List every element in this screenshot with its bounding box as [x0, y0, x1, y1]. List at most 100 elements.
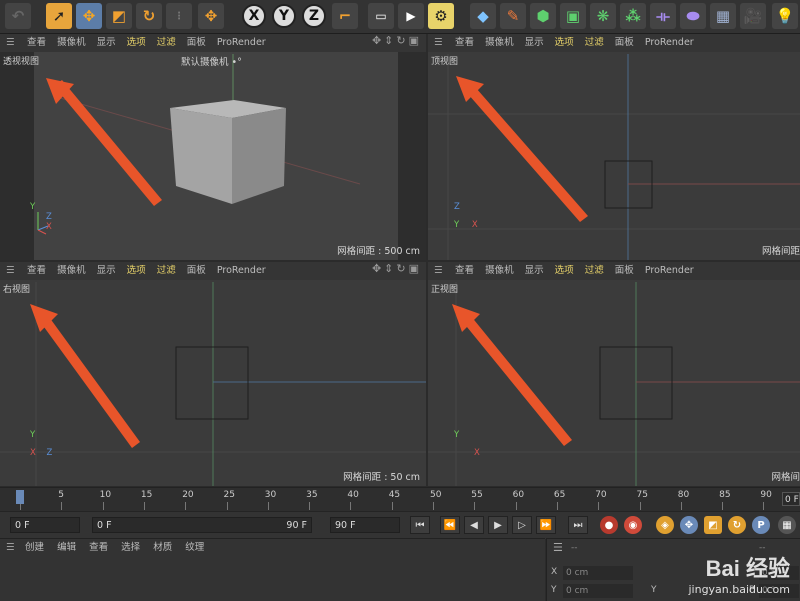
play-icon[interactable]: ▶	[488, 516, 508, 534]
timeline-tick-mark	[391, 502, 393, 510]
x-position-field[interactable]: 0 cm	[563, 566, 633, 580]
pen-icon[interactable]: ✎	[500, 3, 526, 29]
z-lock-icon[interactable]: Z	[302, 4, 326, 28]
next-key-icon[interactable]: ⏩	[536, 516, 556, 534]
main-toolbar: ↶ ➚ ✥ ◩ ↻ ⋮ ✥ X Y Z ⌐ ▭ ▶ ⚙ ◆ ✎ ⬢ ▣ ❋ ⁂ …	[0, 0, 800, 34]
timeline-tick-label: 45	[388, 490, 401, 500]
grid-spacing: 网格间距 : 500 cm	[337, 246, 420, 257]
gizmo-z-label: Z	[454, 202, 460, 212]
y-position-field[interactable]: 0 cm	[563, 584, 633, 598]
x-axis-label: X	[551, 567, 558, 577]
menu-texture[interactable]: 纹理	[185, 542, 204, 553]
keyframe-selection-icon[interactable]: ◈	[656, 516, 674, 534]
annotation-arrow-shaft	[461, 80, 588, 222]
render-settings-icon[interactable]: ⚙	[428, 3, 454, 29]
timeline-tick-mark	[350, 502, 352, 510]
gizmo-x-label: X	[30, 448, 36, 458]
render-region-icon[interactable]: ▭	[368, 3, 394, 29]
max-frame-field[interactable]: 90 F	[330, 517, 400, 533]
timeline-tick-mark	[556, 502, 558, 510]
material-menu: ☰ 创建 编辑 查看 选择 材质 纹理	[0, 539, 214, 557]
range-slider[interactable]: 0 F 90 F	[92, 517, 312, 533]
watermark-brand: Bai 经验	[705, 556, 790, 581]
timeline-tick-mark	[515, 502, 517, 510]
scale-key-icon[interactable]: ◩	[704, 516, 722, 534]
timeline-tick-mark	[763, 502, 765, 510]
timeline-tick-mark	[185, 502, 187, 510]
timeline-tick-label: 15	[140, 490, 153, 500]
baidu-watermark: Bai 经验 jingyan.baidu.com	[688, 551, 790, 596]
viewport-title: 正视图	[431, 285, 459, 295]
playhead[interactable]	[16, 490, 24, 504]
timeline-tick-label: 10	[99, 490, 112, 500]
subdivision-icon[interactable]: ⬢	[530, 3, 556, 29]
gizmo-z-label: Z	[46, 212, 52, 222]
annotation-arrow-shaft	[36, 310, 140, 448]
timeline-tick-mark	[722, 502, 724, 510]
auto-key-icon[interactable]: ◉	[624, 516, 642, 534]
perspective-viewport[interactable]: ☰ 查看 摄像机 显示 选项 过滤 面板 ProRender ✥⇕↻▣ 透视视图…	[0, 34, 426, 260]
floor-icon[interactable]: ▦	[710, 3, 736, 29]
camera-icon[interactable]: 🎥	[740, 3, 766, 29]
undo-icon[interactable]: ↶	[5, 3, 31, 29]
front-viewport[interactable]: ☰ 查看 摄像机 显示 选项 过滤 面板 ProRender 正视图 Y X 网…	[428, 262, 800, 486]
deformer-icon[interactable]: ⟛	[650, 3, 676, 29]
timeline-tick-label: 85	[719, 490, 731, 500]
right-viewport[interactable]: ☰ 查看 摄像机 显示 选项 过滤 面板 ProRender ✥⇕↻▣ 右视图 …	[0, 262, 426, 486]
annotation-arrow-shaft	[458, 310, 572, 446]
nurbs-icon[interactable]: ▣	[560, 3, 586, 29]
hamburger-icon[interactable]: ☰	[6, 539, 16, 557]
viewport-title: 右视图	[3, 285, 31, 295]
position-key-icon[interactable]: ✥	[680, 516, 698, 534]
goto-start-icon[interactable]: ⏮	[410, 516, 430, 534]
scale-icon[interactable]: ◩	[106, 3, 132, 29]
menu-create[interactable]: 创建	[25, 542, 44, 553]
parameter-key-icon[interactable]: P	[752, 516, 770, 534]
rotation-key-icon[interactable]: ↻	[728, 516, 746, 534]
x-lock-icon[interactable]: X	[242, 4, 266, 28]
record-key-icon[interactable]: ●	[600, 516, 618, 534]
y-lock-icon[interactable]: Y	[272, 4, 296, 28]
gizmo-x-label: X	[474, 448, 480, 458]
environment-icon[interactable]: ⬬	[680, 3, 706, 29]
goto-end-icon[interactable]: ⏭	[568, 516, 588, 534]
cube-icon[interactable]: ◆	[470, 3, 496, 29]
gizmo-x-label: X	[471, 220, 478, 230]
render-view-icon[interactable]: ▶	[398, 3, 424, 29]
axis-gizmo: Y X	[454, 430, 480, 458]
prev-key-icon[interactable]: ⏪	[440, 516, 460, 534]
timeline-tick-mark	[267, 502, 269, 510]
coord-header: --	[571, 543, 578, 553]
timeline-tick-mark	[102, 502, 104, 510]
timeline-end-field[interactable]: 0 F	[782, 492, 800, 506]
timeline-tick-label: 35	[306, 490, 318, 500]
prev-frame-icon[interactable]: ◀	[464, 516, 484, 534]
camera-label: 默认摄像机 •°	[181, 54, 242, 68]
timeline-ruler[interactable]: 051015202530354045505560657075808590 0 F	[0, 487, 800, 512]
next-frame-icon[interactable]: ▷	[512, 516, 532, 534]
menu-material[interactable]: 材质	[153, 542, 172, 553]
camera-name: 默认摄像机	[181, 57, 229, 68]
viewport-title: 透视视图	[3, 57, 40, 67]
move-small-icon[interactable]: ✥	[198, 3, 224, 29]
rotate-icon[interactable]: ↻	[136, 3, 162, 29]
menu-edit[interactable]: 编辑	[57, 542, 76, 553]
timeline-tick-label: 90	[760, 490, 772, 500]
axis-gizmo: Y Z X	[30, 202, 52, 232]
timeline-tick-mark	[598, 502, 600, 510]
array-icon[interactable]: ⁂	[620, 3, 646, 29]
pla-key-icon[interactable]: ▦	[778, 516, 796, 534]
recent-tools-icon[interactable]: ⋮	[166, 3, 192, 29]
select-arrow-icon[interactable]: ➚	[46, 3, 72, 29]
light-icon[interactable]: 💡	[772, 3, 798, 29]
move-icon[interactable]: ✥	[76, 3, 102, 29]
mograph-icon[interactable]: ❋	[590, 3, 616, 29]
timeline-tick-mark	[639, 502, 641, 510]
current-frame-field[interactable]: 0 F	[10, 517, 80, 533]
world-coords-icon[interactable]: ⌐	[332, 3, 358, 29]
top-viewport[interactable]: ☰ 查看 摄像机 显示 选项 过滤 面板 ProRender 顶视图 Z Y X…	[428, 34, 800, 260]
menu-select[interactable]: 选择	[121, 542, 140, 553]
timeline-tick-mark	[143, 502, 145, 510]
menu-view[interactable]: 查看	[89, 542, 108, 553]
hamburger-icon[interactable]: ☰	[553, 541, 563, 554]
